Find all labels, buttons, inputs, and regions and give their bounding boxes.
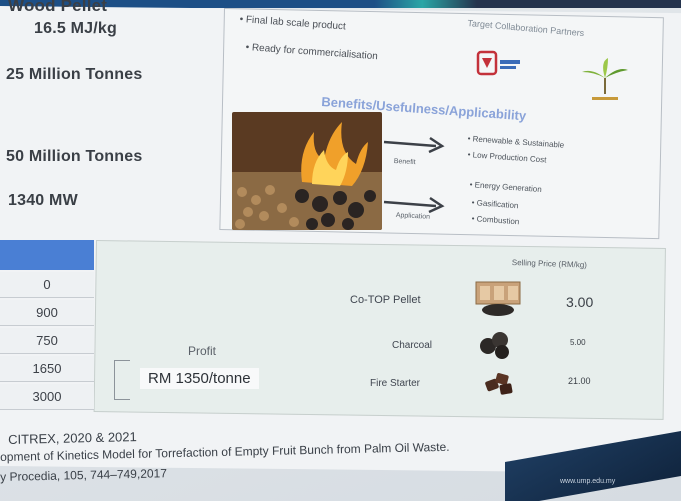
benefit-label: Benefit: [393, 158, 416, 167]
profit-bracket: [114, 360, 130, 400]
stat-energy-content: 16.5 MJ/kg: [34, 20, 117, 37]
profit-label: Profit: [188, 344, 217, 358]
profit-value: RM 1350/tonne: [140, 368, 259, 389]
stat-tonnes-50m: 50 Million Tonnes: [6, 148, 143, 165]
product-price: 5.00: [570, 338, 586, 347]
co-top-pellet-image: [475, 281, 521, 316]
table-row: 1650: [0, 356, 94, 382]
partner-logo-red: [476, 50, 520, 76]
product-name: Fire Starter: [370, 378, 421, 389]
reference-line: CITREX, 2020 & 2021: [8, 429, 137, 447]
table-row: 0: [0, 272, 94, 298]
table-row: 900: [0, 300, 94, 326]
reference-line: y Procedia, 105, 744–749,2017: [0, 466, 168, 484]
footer-url: www.ump.edu.my: [560, 478, 616, 485]
table-row: 750: [0, 328, 94, 354]
product-name: Charcoal: [392, 340, 433, 351]
stat-power-mw: 1340 MW: [8, 192, 78, 209]
partner-logo-palm: [582, 58, 628, 100]
stat-tonnes-25m: 25 Million Tonnes: [6, 66, 143, 83]
charcoal-image: [480, 332, 509, 359]
stat-wood-pellet: Wood Pellet: [8, 0, 108, 15]
pellet-fire-image: [232, 112, 382, 230]
fire-starter-image: [485, 373, 513, 395]
benefit-arrow-icon: [383, 136, 445, 154]
product-price: 21.00: [568, 376, 591, 386]
table-row: 3000: [0, 384, 94, 410]
product-price: 3.00: [566, 294, 594, 310]
product-name: Co-TOP Pellet: [350, 294, 421, 306]
values-table-header: [0, 240, 94, 270]
